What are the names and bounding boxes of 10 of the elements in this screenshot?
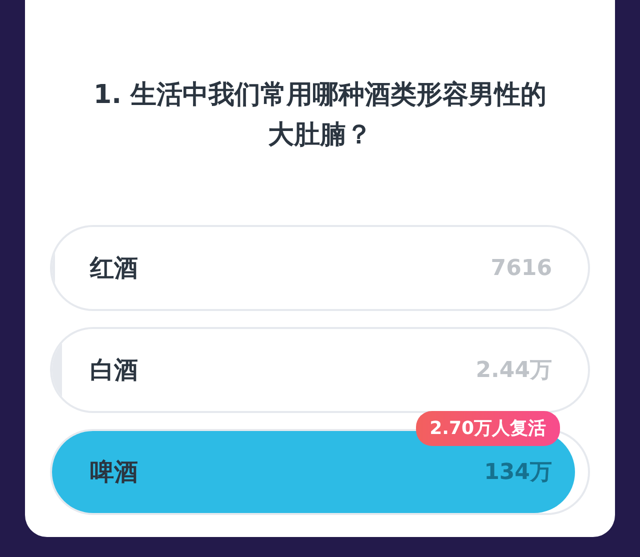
option-label: 啤酒 xyxy=(90,457,138,488)
question-text: 1. 生活中我们常用哪种酒类形容男性的大肚腩？ xyxy=(92,79,548,152)
answer-option[interactable]: 白酒 2.44万 xyxy=(50,327,590,413)
answer-option[interactable]: 红酒 7616 xyxy=(50,225,590,311)
vote-count: 134万 xyxy=(484,458,552,486)
option-label: 红酒 xyxy=(90,253,138,284)
vote-count: 2.44万 xyxy=(476,356,552,384)
vote-count: 7616 xyxy=(490,254,552,282)
revive-badge: 2.70万人复活 xyxy=(416,411,560,446)
option-label: 白酒 xyxy=(90,355,138,386)
